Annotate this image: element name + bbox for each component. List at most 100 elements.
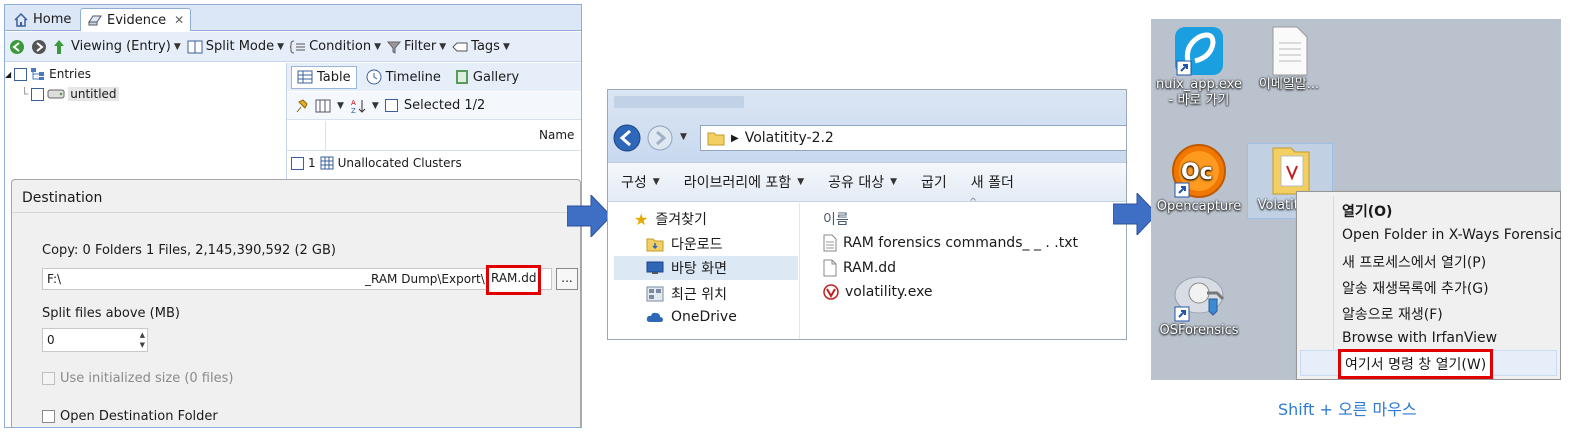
tab-table-label: Table <box>317 69 351 85</box>
expand-icon[interactable]: ◢ <box>5 70 11 79</box>
burn-button[interactable]: 굽기 <box>908 172 958 192</box>
chevron-down-icon: ▼ <box>277 41 285 52</box>
evidence-icon <box>88 15 102 26</box>
star-icon: ★ <box>634 209 649 229</box>
tree-root[interactable]: ◢ Entries <box>5 67 91 81</box>
forward-icon[interactable] <box>646 124 674 152</box>
table-row[interactable]: 1 Unallocated Clusters <box>287 152 581 174</box>
include-library-menu[interactable]: 라이브러리에 포함 ▼ <box>671 172 815 192</box>
table-header: Name <box>287 121 581 151</box>
chevron-down-icon[interactable]: ▼ <box>680 132 687 142</box>
open-destination-label: Open Destination Folder <box>60 409 218 424</box>
use-initialized-label: Use initialized size (0 files) <box>60 371 234 386</box>
file-row[interactable]: RAM forensics commands_ _ . .txt <box>823 234 1078 252</box>
name-column-header[interactable]: 이름 <box>823 209 849 229</box>
filter-icon <box>387 41 402 54</box>
menu-item-open-command-window[interactable]: 여기서 명령 창 열기(W) <box>1338 349 1494 379</box>
file-row[interactable]: volatility.exe <box>823 284 933 300</box>
folder-icon <box>1272 147 1310 195</box>
column-divider <box>325 121 326 151</box>
new-folder-button[interactable]: 새 폴더 <box>958 172 1025 192</box>
tab-table[interactable]: Table <box>291 65 357 89</box>
tags-menu[interactable]: Tags ▼ <box>452 39 510 54</box>
selected-checkbox-icon[interactable] <box>384 99 398 112</box>
nav-item-onedrive[interactable]: OneDrive <box>646 309 737 325</box>
nav-item-recent[interactable]: 최근 위치 <box>646 284 727 304</box>
share-with-menu[interactable]: 공유 대상 ▼ <box>815 172 908 192</box>
recent-places-icon <box>646 286 664 302</box>
split-size-stepper[interactable]: 0 ▲ ▼ <box>42 328 148 352</box>
up-arrow-icon[interactable] <box>53 39 65 55</box>
document-icon <box>1272 26 1308 76</box>
tab-home[interactable]: Home <box>7 8 77 31</box>
menu-item-alsong-play[interactable]: 알송으로 재생(F) <box>1342 304 1443 324</box>
chevron-down-icon[interactable]: ▼ <box>372 101 379 111</box>
breadcrumb-separator-icon: ▶ <box>731 132 739 144</box>
organize-menu[interactable]: 구성 ▼ <box>608 172 671 192</box>
condition-menu[interactable]: Condition ▼ <box>290 39 381 54</box>
file-row[interactable]: RAM.dd <box>823 259 896 277</box>
nuix-app-icon <box>1175 27 1223 76</box>
text-file-icon <box>823 234 837 252</box>
tree-icon <box>31 68 45 80</box>
use-initialized-option: Use initialized size (0 files) <box>42 371 233 386</box>
file-name: volatility.exe <box>845 284 933 300</box>
arrow-right-icon <box>567 195 611 237</box>
desktop-icon-opencapture[interactable]: Oc Opencapture <box>1155 143 1243 215</box>
nav-item-downloads[interactable]: 다운로드 <box>646 234 723 254</box>
chevron-down-icon: ▼ <box>439 41 447 52</box>
sort-az-icon[interactable]: AZ <box>350 98 366 114</box>
split-mode-menu[interactable]: Split Mode ▼ <box>187 39 284 54</box>
chevron-down-icon: ▼ <box>797 177 805 187</box>
spin-arrows-icon[interactable]: ▲ ▼ <box>140 330 145 350</box>
viewing-menu[interactable]: Viewing (Entry) ▼ <box>71 39 181 54</box>
nav-onedrive-label: OneDrive <box>671 309 737 325</box>
address-bar[interactable]: ▶ Volatitity-2.2 <box>700 125 1126 151</box>
nav-item-desktop[interactable]: 바탕 화면 <box>614 256 798 280</box>
path-middle: _RAM Dump\Export\ <box>365 272 485 286</box>
nav-item-favorites[interactable]: ★ 즐겨찾기 <box>634 209 707 229</box>
filter-menu[interactable]: Filter ▼ <box>387 39 446 54</box>
nav-favorites-label: 즐겨찾기 <box>655 212 707 228</box>
desktop-icon-label: Opencapture <box>1156 199 1242 214</box>
condition-label: Condition <box>309 39 372 54</box>
tab-evidence[interactable]: Evidence ✕ <box>80 8 192 31</box>
open-destination-option[interactable]: Open Destination Folder <box>42 409 218 424</box>
copy-summary: Copy: 0 Folders 1 Files, 2,145,390,592 (… <box>42 243 336 258</box>
tree-root-label: Entries <box>49 67 91 81</box>
home-icon <box>14 12 28 27</box>
back-icon[interactable] <box>9 39 25 55</box>
desktop-icon-nuix[interactable]: nuix_app.exe - 바로 가기 <box>1155 25 1243 109</box>
menu-item-irfanview[interactable]: Browse with IrfanView <box>1342 330 1497 346</box>
tree-root-checkbox[interactable] <box>14 67 28 81</box>
tree-child-untitled[interactable]: └ untitled <box>21 87 119 101</box>
evidence-tree: ◢ Entries └ untitled <box>5 63 285 183</box>
tab-timeline[interactable]: Timeline <box>361 66 446 88</box>
menu-item-open[interactable]: 열기(O) <box>1342 201 1392 221</box>
tab-home-label: Home <box>33 12 72 27</box>
desktop-icon-email[interactable]: 이메일말... <box>1245 25 1333 93</box>
pin-icon[interactable] <box>293 98 309 114</box>
row-checkbox[interactable] <box>291 156 304 170</box>
path-drive: F:\ <box>47 272 62 286</box>
explorer-window: ▼ ▶ Volatitity-2.2 구성 ▼ 라이브러리에 포함 ▼ 공유 대상 ▼… <box>607 89 1127 340</box>
menu-gutter <box>1333 196 1334 376</box>
chevron-down-icon[interactable]: ▼ <box>337 101 344 111</box>
browse-button[interactable]: ... <box>556 268 578 290</box>
back-icon[interactable] <box>612 123 642 153</box>
breadcrumb[interactable]: Volatitity-2.2 <box>745 130 834 146</box>
column-name-header[interactable]: Name <box>539 128 574 142</box>
desktop-icon-osforensics[interactable]: OSForensics <box>1155 271 1243 339</box>
columns-icon[interactable] <box>315 99 331 113</box>
open-destination-checkbox[interactable] <box>42 410 55 423</box>
split-mode-label: Split Mode <box>205 39 275 54</box>
menu-item-open-xways[interactable]: Open Folder in X-Ways Forensics <box>1342 227 1561 243</box>
tree-child-checkbox[interactable] <box>31 87 45 101</box>
menu-item-alsong-playlist[interactable]: 알송 재생목록에 추가(G) <box>1342 278 1489 298</box>
nav-recent-label: 최근 위치 <box>671 287 727 303</box>
destination-path-field[interactable]: F:\ _RAM Dump\Export\ RAM.dd <box>42 265 552 295</box>
tab-gallery[interactable]: Gallery <box>450 66 524 88</box>
close-icon[interactable]: ✕ <box>174 13 184 27</box>
forward-icon[interactable] <box>31 39 47 55</box>
menu-item-open-new-process[interactable]: 새 프로세스에서 열기(P) <box>1342 252 1486 272</box>
